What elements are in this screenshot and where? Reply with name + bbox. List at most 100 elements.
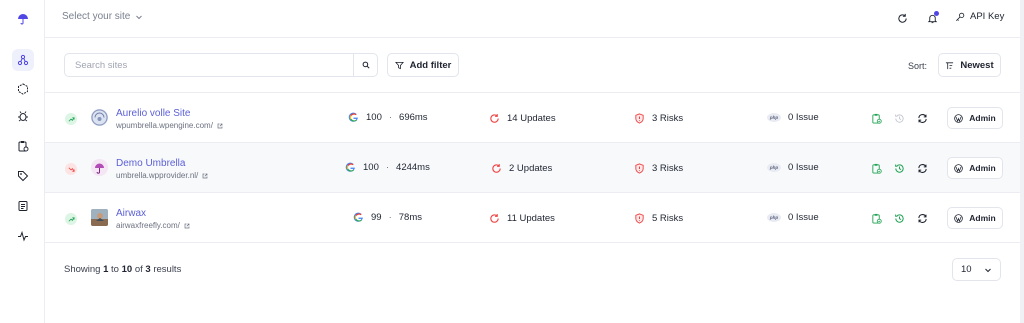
tag-icon — [18, 171, 29, 182]
wp-admin-button[interactable]: Admin — [947, 107, 1003, 129]
shield-alert-icon — [633, 162, 645, 174]
sidebar-item-plugins[interactable] — [12, 78, 34, 100]
status-badge-up — [65, 113, 77, 125]
sidebar-item-errors[interactable] — [12, 105, 34, 127]
performance-score: 100 — [366, 112, 382, 123]
php-icon: php — [767, 113, 781, 122]
wp-admin-button[interactable]: Admin — [947, 207, 1003, 229]
history-button[interactable] — [893, 162, 905, 174]
admin-label: Admin — [969, 213, 996, 223]
php-issues-cell[interactable]: php 0 Issue — [767, 112, 819, 123]
updates-count: 2 Updates — [509, 162, 553, 174]
wordpress-icon — [954, 163, 964, 173]
sidebar-item-reports[interactable] — [12, 195, 34, 217]
performance-score: 99 — [371, 212, 382, 223]
risks-count: 5 Risks — [652, 212, 684, 224]
response-time: 4244ms — [396, 162, 430, 173]
api-key-label: API Key — [970, 11, 1005, 22]
sidebar-item-tags[interactable] — [12, 165, 34, 187]
bug-icon — [18, 111, 28, 122]
site-name-link[interactable]: Aurelio volle Site — [116, 108, 190, 119]
php-issues-cell[interactable]: php 0 Issue — [767, 162, 819, 173]
php-icon: php — [767, 163, 781, 172]
history-button[interactable] — [893, 112, 905, 124]
site-selector-label: Select your site — [62, 11, 131, 22]
site-url-link[interactable]: airwaxfreefly.com/ — [116, 221, 190, 230]
sync-button[interactable] — [916, 212, 928, 224]
sidebar-item-backups[interactable] — [12, 135, 34, 157]
response-time: 696ms — [399, 112, 428, 123]
sync-button[interactable] — [916, 162, 928, 174]
sites-network-icon — [17, 54, 29, 66]
sync-icon — [917, 163, 927, 173]
backup-button[interactable] — [870, 162, 882, 174]
search-box — [64, 53, 378, 77]
updates-cell[interactable]: 2 Updates — [490, 162, 552, 174]
external-link-icon — [217, 123, 223, 128]
table-row: Aurelio volle Site wpumbrella.wpengine.c… — [45, 93, 1020, 143]
site-url-link[interactable]: umbrella.wpprovider.nl/ — [116, 171, 208, 180]
trend-up-icon — [68, 116, 75, 122]
logo-umbrella-icon[interactable] — [12, 8, 34, 30]
risks-count: 3 Risks — [652, 162, 684, 174]
google-icon — [348, 112, 358, 122]
performance-cell[interactable]: 100 · 696ms — [348, 112, 428, 123]
site-name-link[interactable]: Airwax — [116, 208, 146, 219]
search-input[interactable] — [65, 54, 353, 76]
showing-prefix: Showing — [64, 264, 101, 275]
results-word: results — [153, 264, 182, 275]
clipboard-check-icon — [871, 113, 882, 124]
sidebar — [0, 0, 45, 323]
key-icon — [955, 12, 965, 21]
php-issues-count: 0 Issue — [788, 112, 819, 123]
updates-cell[interactable]: 11 Updates — [488, 212, 555, 224]
backup-button[interactable] — [870, 212, 882, 224]
api-key-button[interactable]: API Key — [955, 11, 1004, 22]
site-selector[interactable]: Select your site — [62, 11, 143, 22]
sort-dropdown[interactable]: Newest — [938, 53, 1001, 77]
risks-cell[interactable]: 3 Risks — [633, 162, 683, 174]
status-badge-up — [65, 213, 77, 225]
history-icon — [894, 163, 904, 173]
wp-admin-button[interactable]: Admin — [947, 157, 1003, 179]
sidebar-item-sites[interactable] — [12, 49, 34, 71]
site-name-link[interactable]: Demo Umbrella — [116, 158, 185, 169]
site-url: umbrella.wpprovider.nl/ — [116, 171, 199, 180]
refresh-button[interactable] — [895, 11, 909, 25]
site-favicon — [91, 159, 108, 176]
report-icon — [18, 201, 28, 211]
page-size-select[interactable]: 10 — [952, 258, 1001, 281]
range-from: 1 — [103, 264, 109, 275]
separator-dot: · — [388, 112, 393, 123]
risks-cell[interactable]: 3 Risks — [633, 112, 683, 124]
site-favicon — [91, 209, 108, 226]
notifications-button[interactable] — [925, 11, 939, 25]
backup-button[interactable] — [870, 112, 882, 124]
site-url-link[interactable]: wpumbrella.wpengine.com/ — [116, 121, 223, 130]
updates-cell[interactable]: 14 Updates — [488, 112, 556, 124]
range-to: 10 — [121, 264, 133, 275]
status-badge-down — [65, 163, 77, 175]
search-button[interactable] — [353, 54, 377, 76]
history-button[interactable] — [893, 212, 905, 224]
risks-cell[interactable]: 5 Risks — [633, 212, 683, 224]
performance-cell[interactable]: 99 · 78ms — [353, 212, 422, 223]
history-icon — [894, 113, 904, 123]
updates-icon — [490, 162, 502, 174]
table-row: Demo Umbrella umbrella.wpprovider.nl/ 10… — [45, 143, 1020, 193]
sites-table: Aurelio volle Site wpumbrella.wpengine.c… — [45, 92, 1020, 243]
sidebar-item-monitoring[interactable] — [12, 225, 34, 247]
php-issues-cell[interactable]: php 0 Issue — [767, 212, 819, 223]
sync-icon — [917, 213, 927, 223]
google-icon — [353, 212, 363, 222]
search-icon — [362, 61, 370, 69]
filter-icon — [394, 61, 404, 69]
sync-button[interactable] — [916, 112, 928, 124]
separator-dot: · — [388, 212, 392, 223]
performance-cell[interactable]: 100 · 4244ms — [345, 162, 430, 173]
of-word: of — [134, 264, 143, 275]
updates-icon — [488, 112, 500, 124]
clipboard-check-icon — [871, 213, 882, 224]
to-word: to — [111, 264, 119, 275]
add-filter-button[interactable]: Add filter — [387, 53, 459, 77]
